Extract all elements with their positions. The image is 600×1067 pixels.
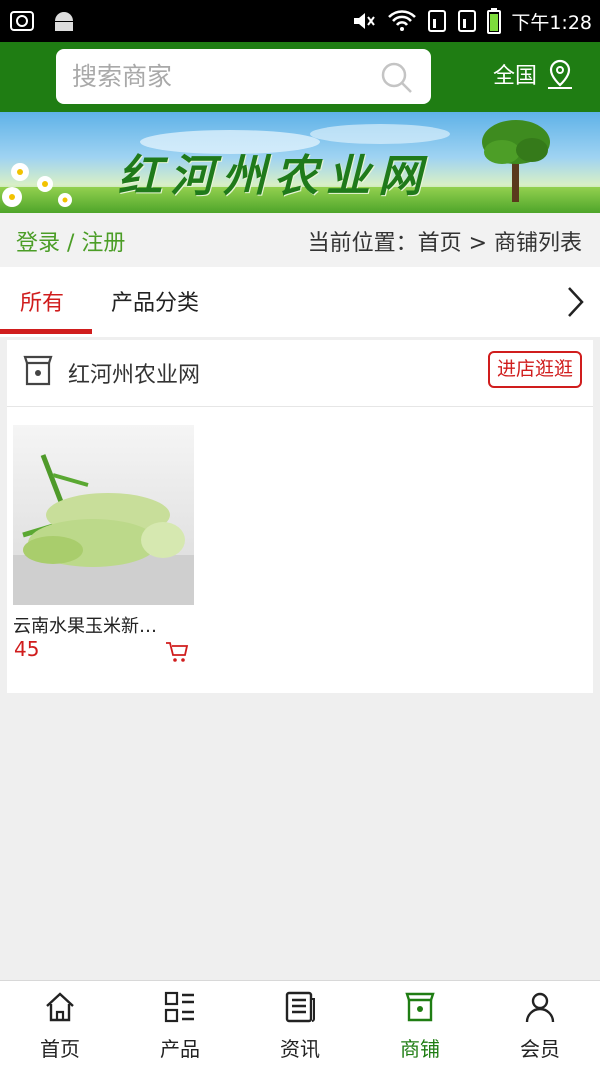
category-tabs: 所有 产品分类	[0, 267, 600, 337]
news-icon	[285, 991, 315, 1023]
login-register-link[interactable]: 登录 / 注册	[16, 225, 125, 257]
sim-signal-2-icon	[458, 10, 477, 32]
region-selector[interactable]: 全国	[493, 58, 575, 90]
android-icon	[55, 12, 73, 31]
banner-title: 红河州农业网	[118, 151, 430, 202]
app-header: 全国	[0, 42, 600, 112]
location-pin-icon	[548, 59, 573, 89]
tab-all[interactable]: 所有	[20, 285, 64, 317]
grid-list-icon	[164, 991, 194, 1023]
banner: 红河州农业网	[0, 112, 600, 213]
visit-store-button[interactable]: 进店逛逛	[487, 351, 582, 388]
current-location: 当前位置：首页 > 商铺列表	[307, 231, 582, 256]
shop-icon	[405, 992, 435, 1022]
tab-product-category[interactable]: 产品分类	[111, 285, 199, 317]
mute-icon	[354, 13, 376, 29]
product-card[interactable]: 云南水果玉米新… 45	[13, 425, 194, 662]
corn-image	[13, 454, 194, 605]
store-name[interactable]: 红河州农业网	[68, 357, 200, 389]
screenshot-icon	[10, 11, 34, 31]
nav-products[interactable]: 产品	[120, 981, 240, 1067]
store-card: 红河州农业网 进店逛逛 云南水果玉米新… 45	[7, 340, 593, 693]
status-time: 下午1:28	[511, 11, 592, 34]
bottom-nav: 首页 产品 资讯 商铺 会员	[0, 980, 600, 1067]
search-icon[interactable]	[381, 62, 413, 94]
battery-icon	[487, 8, 502, 34]
chevron-right-icon[interactable]	[564, 285, 586, 319]
daisy-flowers	[2, 163, 72, 207]
user-icon	[525, 992, 555, 1023]
nav-news-label: 资讯	[280, 1037, 320, 1061]
nav-home-label: 首页	[40, 1037, 80, 1061]
search-input[interactable]	[72, 49, 372, 104]
nav-member[interactable]: 会员	[480, 981, 600, 1067]
product-price: 45	[14, 637, 40, 661]
nav-shops[interactable]: 商铺	[360, 981, 480, 1067]
cart-icon[interactable]	[165, 641, 189, 663]
nav-news[interactable]: 资讯	[240, 981, 360, 1067]
region-label: 全国	[493, 64, 538, 89]
store-header: 红河州农业网 进店逛逛	[7, 340, 593, 407]
product-name[interactable]: 云南水果玉米新…	[13, 612, 194, 638]
tree-icon	[482, 120, 550, 202]
nav-shops-label: 商铺	[400, 1037, 440, 1061]
nav-member-label: 会员	[520, 1037, 560, 1061]
nav-home[interactable]: 首页	[0, 981, 120, 1067]
home-icon	[46, 992, 74, 1022]
wifi-icon	[388, 10, 417, 31]
store-icon	[23, 355, 53, 386]
search-box[interactable]	[56, 49, 431, 104]
nav-products-label: 产品	[160, 1037, 200, 1061]
active-tab-indicator	[0, 329, 92, 334]
breadcrumb: 登录 / 注册 当前位置：首页 > 商铺列表	[0, 213, 600, 267]
product-image[interactable]	[13, 425, 194, 605]
status-bar: 下午1:28	[0, 0, 600, 42]
sim-signal-icon	[428, 10, 447, 32]
